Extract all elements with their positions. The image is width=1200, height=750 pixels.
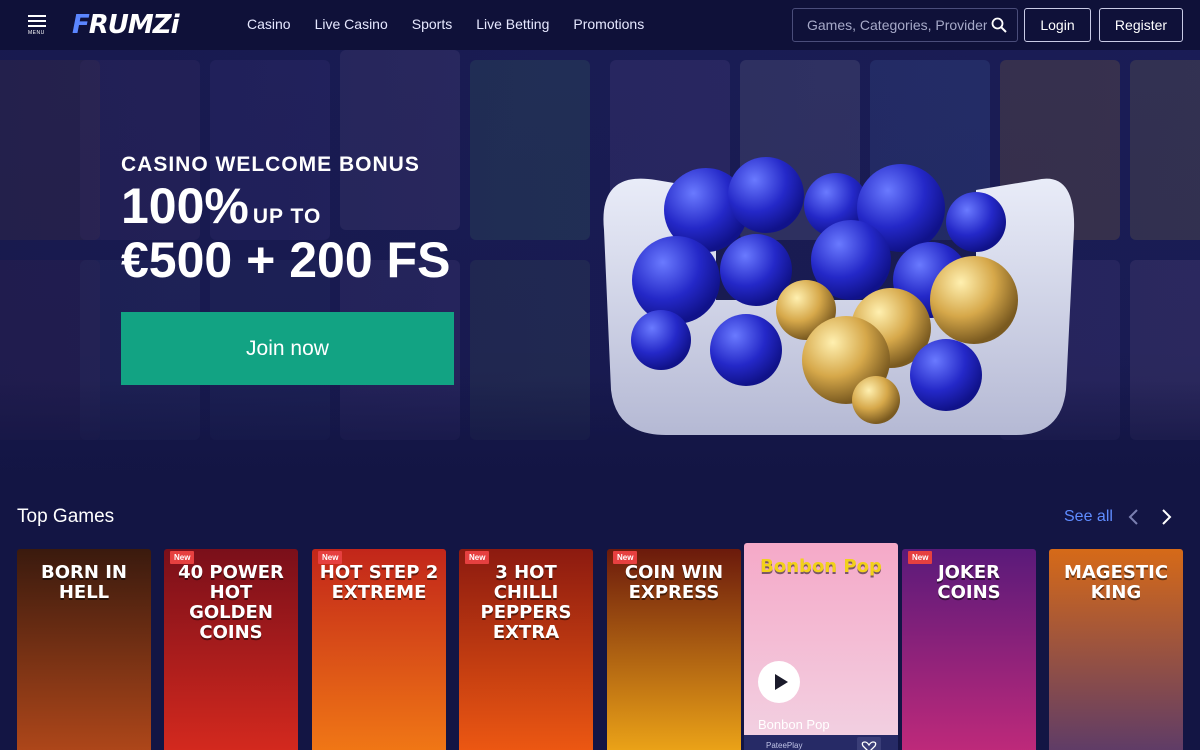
game-card[interactable]: MAGESTIC KING [1049, 549, 1183, 750]
join-now-button[interactable]: Join now [121, 312, 454, 385]
nav-live-betting[interactable]: Live Betting [476, 16, 549, 32]
game-card-hovered[interactable]: Bonbon Pop Bonbon Pop [744, 543, 898, 750]
chevron-left-icon[interactable] [1125, 507, 1143, 527]
game-title: HOT STEP 2 EXTREME [319, 562, 439, 603]
game-title: MAGESTIC KING [1063, 562, 1169, 603]
game-title: JOKER COINS [937, 562, 1001, 603]
game-card[interactable]: New HOT STEP 2 EXTREME [312, 549, 446, 750]
new-badge: New [170, 551, 195, 564]
game-title: 40 POWER HOT GOLDEN COINS [178, 562, 284, 643]
play-icon [775, 674, 788, 690]
bonus-percent: 100% [121, 178, 249, 234]
new-badge: New [318, 551, 343, 564]
hero-banner: CASINO WELCOME BONUS 100% UP TO €500 + 20… [0, 50, 1200, 480]
play-button[interactable] [758, 661, 800, 703]
game-title: COIN WIN EXPRESS [624, 562, 724, 603]
menu-label: MENU [28, 30, 45, 36]
game-card[interactable]: New 40 POWER HOT GOLDEN COINS [164, 549, 298, 750]
login-button[interactable]: Login [1024, 8, 1091, 42]
favorite-button[interactable] [857, 737, 881, 750]
game-name: Bonbon Pop [758, 717, 830, 732]
top-games-title: Top Games [17, 506, 115, 527]
menu-icon-bar [28, 20, 46, 22]
menu-button[interactable]: MENU [28, 15, 50, 37]
nav-sports[interactable]: Sports [412, 16, 452, 32]
game-card[interactable]: BORN IN HELL [17, 549, 151, 750]
game-provider: PateePlay [766, 741, 803, 750]
game-title: Bonbon Pop [760, 556, 882, 577]
top-games-carousel: BORN IN HELL New 40 POWER HOT GOLDEN COI… [0, 543, 1200, 750]
top-header: MENU FRUMZi Casino Live Casino Sports Li… [0, 0, 1200, 50]
heart-icon [861, 741, 877, 750]
menu-icon-bar [28, 25, 46, 27]
bonus-up-to: UP TO [252, 205, 322, 228]
new-badge: New [613, 551, 638, 564]
nav-casino[interactable]: Casino [247, 16, 291, 32]
nav-live-casino[interactable]: Live Casino [315, 16, 388, 32]
search-input[interactable] [807, 17, 987, 33]
bowl-with-balls-illustration [603, 157, 1075, 436]
new-badge: New [465, 551, 490, 564]
chevron-right-icon[interactable] [1157, 507, 1175, 527]
search-icon[interactable] [991, 17, 1007, 33]
game-card[interactable]: New 3 HOT CHILLI PEPPERS EXTRA [459, 549, 593, 750]
bonus-amount: €500 + 200 FS [121, 232, 451, 288]
see-all-link[interactable]: See all [1064, 508, 1113, 526]
search-box [792, 8, 1018, 42]
game-title: BORN IN HELL [41, 562, 127, 603]
bonus-label: CASINO WELCOME BONUS [121, 153, 420, 176]
game-card[interactable]: New JOKER COINS [902, 549, 1036, 750]
menu-icon [28, 15, 46, 17]
register-button[interactable]: Register [1099, 8, 1183, 42]
nav-promotions[interactable]: Promotions [573, 16, 644, 32]
new-badge: New [908, 551, 933, 564]
logo[interactable]: FRUMZi [72, 11, 180, 39]
main-nav: Casino Live Casino Sports Live Betting P… [247, 16, 668, 32]
game-card[interactable]: New COIN WIN EXPRESS [607, 549, 741, 750]
game-title: 3 HOT CHILLI PEPPERS EXTRA [480, 562, 572, 643]
